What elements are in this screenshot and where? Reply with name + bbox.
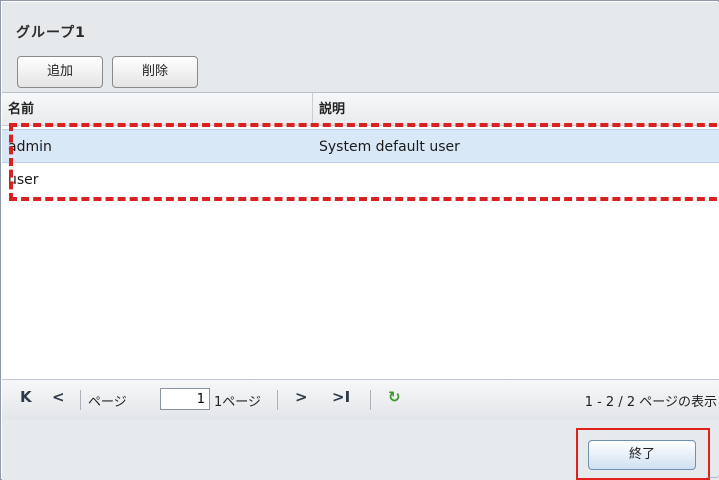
grid-header: 名前 説明 [2,93,719,126]
dialog-title: グループ1 [16,25,86,41]
pager-status: 1 - 2 / 2 ページの表示 [584,395,717,410]
add-button[interactable]: 追加 [17,56,103,88]
table-row[interactable]: user [2,163,719,197]
cell-name: admin [8,139,52,155]
pager-divider [277,390,278,410]
column-header-description[interactable]: 説明 [319,93,345,125]
group-dialog: グループ1 追加 削除 名前 説明 admin System default u… [0,0,719,480]
pager-divider [80,390,81,410]
next-page-icon[interactable]: > [295,388,308,406]
delete-button[interactable]: 削除 [112,56,198,88]
last-page-icon[interactable]: >I [332,388,350,406]
refresh-icon[interactable]: ↻ [388,388,401,406]
annotation-highlight-box: 終了 [576,428,710,480]
previous-page-icon[interactable]: < [52,388,65,406]
column-header-name[interactable]: 名前 [8,93,34,125]
first-page-icon[interactable]: K [20,388,32,406]
dialog-footer: 終了 [2,420,719,480]
page-label: ページ [88,395,127,410]
cell-name: user [8,172,39,188]
pager-divider [370,390,371,410]
total-pages-label: 1ページ [214,395,262,410]
page-number-input[interactable] [160,388,210,410]
dialog-header: グループ1 追加 削除 [2,2,719,93]
table-row[interactable]: admin System default user [2,129,719,163]
grid-body: admin System default user user [2,126,719,379]
pagination-toolbar: K < ページ 1ページ > >I ↻ 1 - 2 / 2 ページの表示 [2,379,719,421]
close-button[interactable]: 終了 [588,440,696,470]
column-divider[interactable] [312,93,313,125]
cell-description: System default user [319,139,460,155]
